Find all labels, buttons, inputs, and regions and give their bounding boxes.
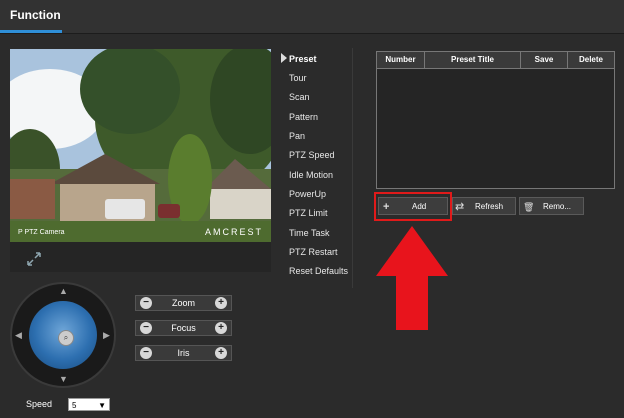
- pan-right-arrow-icon[interactable]: ▶: [103, 330, 110, 341]
- focus-plus-icon[interactable]: +: [215, 322, 227, 334]
- focus-minus-icon[interactable]: −: [140, 322, 152, 334]
- top-bar: Function: [0, 0, 624, 34]
- pan-left-arrow-icon[interactable]: ◀: [15, 330, 22, 341]
- expand-icon[interactable]: [27, 252, 41, 266]
- menu-item-tour[interactable]: Tour: [289, 73, 307, 83]
- focus-control: Focus − +: [135, 320, 232, 336]
- iris-plus-icon[interactable]: +: [215, 347, 227, 359]
- column-number: Number: [377, 52, 425, 68]
- iris-control: Iris − +: [135, 345, 232, 361]
- speed-value: 5: [72, 401, 77, 410]
- menu-item-scan[interactable]: Scan: [289, 92, 310, 102]
- menu-item-pan[interactable]: Pan: [289, 131, 305, 141]
- tab-underline: [0, 30, 62, 33]
- menu-item-ptz-limit[interactable]: PTZ Limit: [289, 208, 328, 218]
- camera-scene: [10, 49, 271, 242]
- column-save: Save: [521, 52, 568, 68]
- panel-divider: [352, 48, 353, 288]
- column-delete: Delete: [578, 55, 603, 64]
- preset-table-header: Number Preset Title Save Delete: [377, 52, 614, 69]
- trash-icon: 🗑: [523, 202, 535, 212]
- menu-item-time-task[interactable]: Time Task: [289, 228, 330, 238]
- ptz-joystick[interactable]: ▲ ▼ ◀ ▶ ⌕: [10, 282, 116, 388]
- active-menu-arrow-icon: [281, 53, 287, 63]
- zoom-control: Zoom − +: [135, 295, 232, 311]
- brand-watermark: AMCREST: [204, 227, 263, 237]
- preset-table: Number Preset Title Save Delete: [376, 51, 615, 189]
- zoom-in-icon[interactable]: +: [215, 297, 227, 309]
- remove-button[interactable]: 🗑 Remo...: [519, 197, 584, 215]
- chevron-down-icon: ▼: [98, 401, 106, 410]
- pan-up-arrow-icon[interactable]: ▲: [59, 286, 68, 296]
- refresh-icon: ⇄: [455, 201, 465, 213]
- refresh-button[interactable]: ⇄ Refresh: [452, 197, 516, 215]
- menu-item-preset[interactable]: Preset: [289, 54, 317, 64]
- menu-item-ptz-restart[interactable]: PTZ Restart: [289, 247, 338, 257]
- zoom-out-icon[interactable]: −: [140, 297, 152, 309]
- tab-function[interactable]: Function: [0, 0, 62, 31]
- menu-item-powerup[interactable]: PowerUp: [289, 189, 326, 199]
- camera-label: P PTZ Camera: [18, 229, 65, 236]
- highlight-box: [374, 192, 452, 221]
- pointer-arrow-icon: [376, 226, 448, 330]
- menu-item-idle-motion[interactable]: Idle Motion: [289, 170, 333, 180]
- menu-item-reset-defaults[interactable]: Reset Defaults: [289, 266, 348, 276]
- speed-select[interactable]: 5 ▼: [68, 398, 110, 411]
- iris-minus-icon[interactable]: −: [140, 347, 152, 359]
- video-preview[interactable]: P PTZ Camera AMCREST: [10, 49, 271, 242]
- menu-item-pattern[interactable]: Pattern: [289, 112, 318, 122]
- refresh-button-label: Refresh: [475, 202, 504, 211]
- search-icon[interactable]: ⌕: [58, 330, 74, 346]
- pan-down-arrow-icon[interactable]: ▼: [59, 374, 68, 384]
- menu-item-ptz-speed[interactable]: PTZ Speed: [289, 150, 335, 160]
- remove-button-label: Remo...: [543, 202, 572, 211]
- video-toolbar: [10, 242, 271, 272]
- column-preset-title: Preset Title: [425, 52, 521, 68]
- speed-label: Speed: [26, 399, 53, 409]
